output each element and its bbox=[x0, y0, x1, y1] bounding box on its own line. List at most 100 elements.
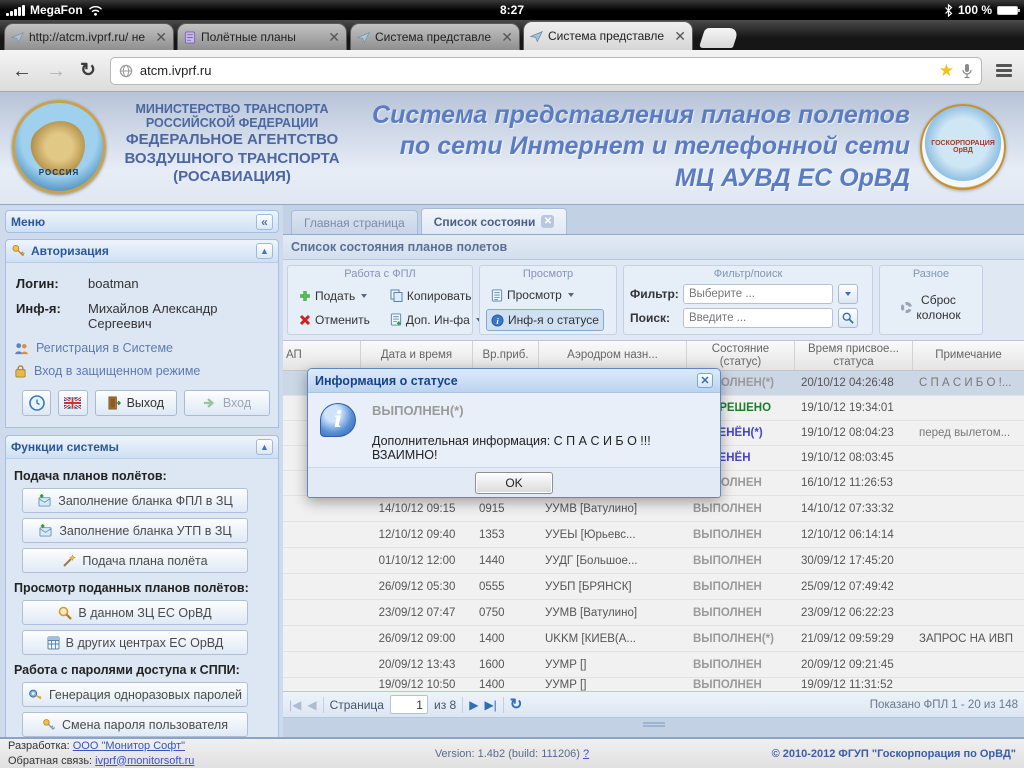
tab-close-icon[interactable]: ✕ bbox=[501, 30, 513, 44]
new-tab-button[interactable] bbox=[698, 28, 740, 48]
browser-tab-1[interactable]: http://atcm.ivprf.ru/ не ✕ bbox=[4, 23, 174, 50]
dialog-title-bar[interactable]: Информация о статусе ✕ bbox=[308, 369, 720, 393]
lock-icon bbox=[15, 365, 26, 378]
table-row-partial[interactable]: 19/09/12 10:50 1400 УУМР [] ВЫПОЛНЕН 19/09/… bbox=[283, 678, 1024, 691]
paper-plane-icon bbox=[530, 30, 543, 42]
browser-tab-2[interactable]: Полётные планы ✕ bbox=[177, 23, 347, 50]
collapse-panel-button[interactable]: ▲ bbox=[256, 243, 273, 259]
refresh-icon[interactable]: ↻ bbox=[510, 697, 523, 712]
col-header-ap[interactable]: АП bbox=[283, 341, 361, 370]
submit-plan-button[interactable]: Подача плана полёта bbox=[22, 548, 248, 573]
logout-button[interactable]: Выход bbox=[94, 390, 177, 416]
table-row[interactable]: 12/10/12 09:40 1353 УУЕЫ [Юрьевс... ВЫПОЛН… bbox=[283, 522, 1024, 548]
bookmark-star-icon[interactable]: ★ bbox=[939, 61, 954, 81]
fill-fpl-button[interactable]: Заполнение бланка ФПЛ в ЗЦ bbox=[22, 488, 248, 513]
col-header-arrival[interactable]: Вр.приб. bbox=[473, 341, 539, 370]
table-row[interactable]: 14/10/12 09:15 0915 УУМВ [Ватулино] ВЫПОЛН… bbox=[283, 496, 1024, 522]
view-other-centers-button[interactable]: В других центрах ЕС ОрВД bbox=[22, 630, 248, 655]
uk-flag-icon bbox=[64, 397, 82, 409]
view-button[interactable]: Просмотр bbox=[486, 284, 579, 306]
table-row[interactable]: 23/09/12 07:47 0750 УУМВ [Ватулино] ВЫПОЛН… bbox=[283, 600, 1024, 626]
collapse-sidebar-button[interactable]: « bbox=[256, 213, 273, 230]
secure-login-link[interactable]: Вход в защищенном режиме bbox=[14, 364, 270, 378]
table-row[interactable]: 01/10/12 12:00 1440 УУДГ [Большое... ВЫПОЛ… bbox=[283, 548, 1024, 574]
rosaviatsia-logo: РОССИЯ bbox=[12, 100, 106, 194]
collapse-panel-button[interactable]: ▲ bbox=[256, 439, 273, 455]
last-page-button[interactable]: ▶| bbox=[484, 699, 496, 711]
red-cross-icon bbox=[299, 314, 311, 325]
filter-dropdown-button[interactable] bbox=[838, 284, 858, 304]
time-mode-button[interactable] bbox=[22, 390, 52, 416]
version-text: Version: 1.4b2 (build: 111206) bbox=[434, 747, 580, 760]
tab-status-list[interactable]: Список состояни ✕ bbox=[420, 208, 568, 234]
forward-button[interactable]: → bbox=[46, 61, 66, 81]
register-link[interactable]: Регистрация в Системе bbox=[14, 341, 270, 355]
browser-tab-strip: http://atcm.ivprf.ru/ не ✕ Полётные план… bbox=[0, 20, 1024, 50]
copyright-text: © 2010-2012 ФГУП "Госкорпорация по ОрВД" bbox=[771, 747, 1016, 760]
col-header-note[interactable]: Примечание bbox=[913, 341, 1024, 370]
table-row[interactable]: 26/09/12 05:30 0555 УУБП [БРЯНСК] ВЫПОЛНЕН… bbox=[283, 574, 1024, 600]
paper-plane-icon bbox=[357, 31, 370, 43]
address-bar[interactable]: atcm.ivprf.ru ★ bbox=[109, 56, 982, 85]
view-doc-icon bbox=[491, 288, 503, 302]
cancel-fpl-button[interactable]: Отменить bbox=[294, 309, 375, 331]
reset-columns-button[interactable]: Сброс колонок bbox=[896, 289, 965, 326]
panel-title: Список состояния планов полетов bbox=[283, 235, 1024, 260]
key-icon bbox=[12, 244, 25, 257]
table-row[interactable]: 26/09/12 09:00 1400 UKKM [КИЕВ(А... ВЫПОЛН… bbox=[283, 626, 1024, 652]
page-label: Страница bbox=[329, 697, 384, 712]
browser-tab-3[interactable]: Система представле ✕ bbox=[350, 23, 520, 50]
version-help-link[interactable]: ? bbox=[583, 748, 589, 760]
system-title: Система представления планов полетов по … bbox=[372, 101, 910, 192]
info-balloon-icon: i bbox=[320, 403, 356, 437]
ok-button[interactable]: OK bbox=[475, 472, 553, 494]
browser-menu-icon[interactable] bbox=[996, 62, 1012, 80]
change-password-button[interactable]: Смена пароля пользователя bbox=[22, 712, 248, 737]
microphone-icon[interactable] bbox=[961, 63, 973, 79]
mail-up-icon bbox=[39, 524, 52, 537]
language-button[interactable] bbox=[58, 390, 88, 416]
key-change-icon bbox=[43, 718, 56, 730]
tab-close-icon[interactable]: ✕ bbox=[328, 30, 340, 44]
col-header-airport[interactable]: Аэродром назн... bbox=[539, 341, 687, 370]
sidebar: Меню « Авторизация ▲ Логин: boatman Инф-… bbox=[0, 205, 283, 737]
search-input[interactable] bbox=[683, 308, 833, 328]
app-header: РОССИЯ МИНИСТЕРСТВО ТРАНСПОРТА РОССИЙСКО… bbox=[0, 92, 1024, 205]
auth-panel-title: Авторизация bbox=[31, 244, 109, 258]
userinfo-label: Инф-я: bbox=[16, 301, 61, 316]
userinfo-value: Михайлов Александр Сергеевич bbox=[88, 301, 218, 331]
page-number-input[interactable] bbox=[389, 695, 428, 714]
back-button[interactable]: ← bbox=[12, 61, 32, 81]
filter-select[interactable] bbox=[683, 284, 833, 304]
plus-icon bbox=[300, 290, 310, 301]
extra-info-button[interactable]: Доп. Ин-фа bbox=[385, 309, 487, 331]
exit-door-icon bbox=[108, 396, 121, 410]
reload-button[interactable]: ↻ bbox=[80, 61, 96, 80]
col-header-datetime[interactable]: Дата и время bbox=[361, 341, 473, 370]
splitter-handle[interactable] bbox=[642, 722, 665, 727]
generate-passwords-button[interactable]: Генерация одноразовых паролей bbox=[22, 682, 248, 707]
submit-fpl-button[interactable]: Подать bbox=[294, 285, 375, 307]
prev-page-button[interactable]: ◀ bbox=[307, 699, 316, 711]
first-page-button[interactable]: |◀ bbox=[289, 699, 301, 711]
menu-header: Меню « bbox=[5, 210, 279, 233]
search-button[interactable] bbox=[838, 308, 858, 328]
status-info-button[interactable]: i Инф-я о статусе bbox=[486, 309, 604, 331]
search-label: Поиск: bbox=[630, 311, 671, 325]
table-row[interactable]: 20/09/12 13:43 1600 УУМР [] ВЫПОЛНЕН 20/09/… bbox=[283, 652, 1024, 678]
fill-utp-button[interactable]: Заполнение бланка УТП в ЗЦ bbox=[22, 518, 248, 543]
tab-close-icon[interactable]: ✕ bbox=[155, 30, 167, 44]
tab-close-icon[interactable]: ✕ bbox=[674, 29, 686, 43]
copy-button[interactable]: Копировать bbox=[385, 285, 487, 307]
browser-tab-4-active[interactable]: Система представле ✕ bbox=[523, 21, 693, 50]
close-tab-icon[interactable]: ✕ bbox=[541, 215, 555, 228]
login-button[interactable]: Вход bbox=[184, 390, 270, 416]
view-this-center-button[interactable]: В данном ЗЦ ЕС ОрВД bbox=[22, 600, 248, 625]
toolbar-group-fpl: Работа с ФПЛ Подать Копировать Отменить … bbox=[287, 265, 482, 335]
dialog-close-button[interactable]: ✕ bbox=[697, 373, 713, 388]
toolbar: Работа с ФПЛ Подать Копировать Отменить … bbox=[283, 260, 1024, 341]
next-page-button[interactable]: ▶ bbox=[469, 699, 478, 711]
tab-home[interactable]: Главная страница bbox=[291, 210, 418, 234]
col-header-status-time[interactable]: Время присвое... статуса bbox=[795, 341, 913, 370]
col-header-status[interactable]: Состояние (статус) bbox=[687, 341, 795, 370]
